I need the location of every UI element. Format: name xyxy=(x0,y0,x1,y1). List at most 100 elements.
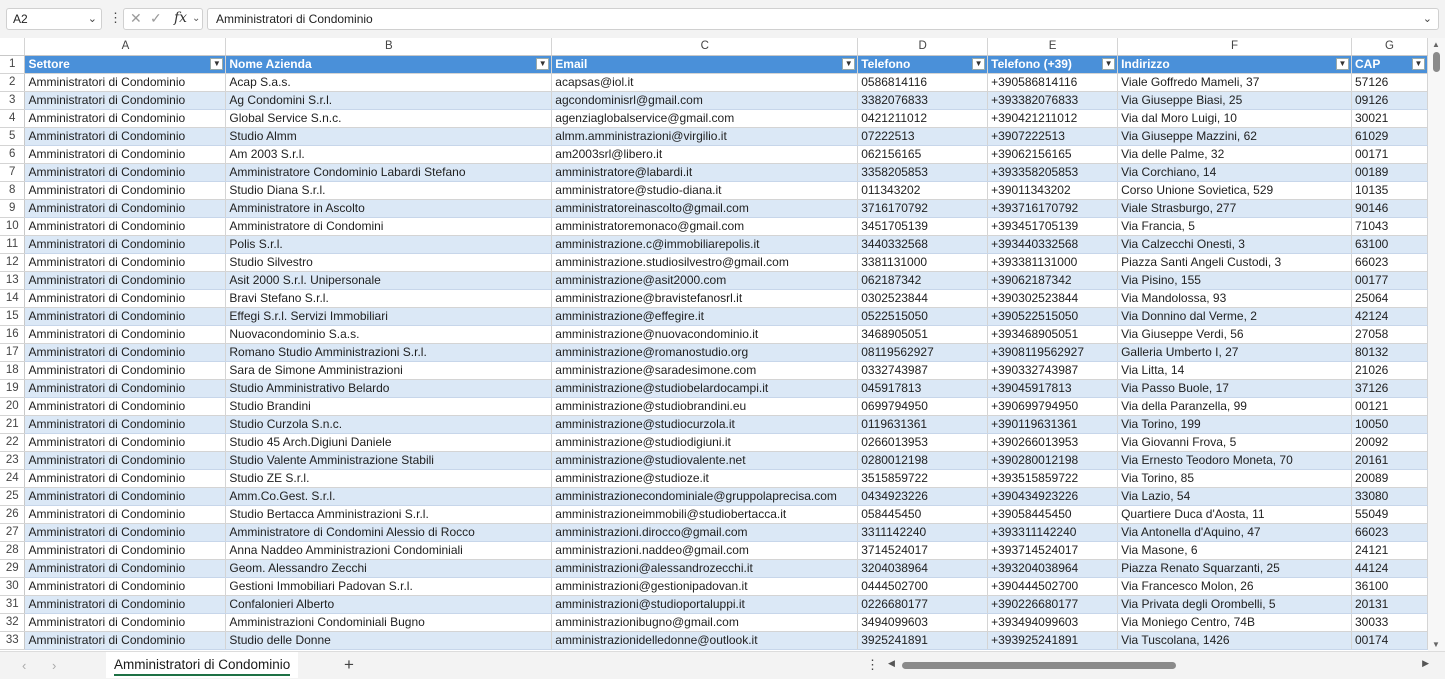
cell-telefono-39[interactable]: +393311142240 xyxy=(987,523,1119,542)
row-number[interactable]: 19 xyxy=(0,379,26,398)
cell-email[interactable]: almm.amministrazioni@virgilio.it xyxy=(551,127,859,146)
cell-indirizzo[interactable]: Via delle Palme, 32 xyxy=(1117,145,1352,164)
scroll-down-icon[interactable]: ▼ xyxy=(1432,640,1440,649)
cell-settore[interactable]: Amministratori di Condominio xyxy=(24,235,227,254)
cell-cap[interactable]: 42124 xyxy=(1351,307,1428,326)
cell-telefono-39[interactable]: +39062156165 xyxy=(987,145,1119,164)
cell-settore[interactable]: Amministratori di Condominio xyxy=(24,559,227,578)
cell-cap[interactable]: 00121 xyxy=(1351,397,1428,416)
row-number[interactable]: 30 xyxy=(0,577,26,596)
cell-cap[interactable]: 25064 xyxy=(1351,289,1428,308)
cell-telefono-39[interactable]: +393358205853 xyxy=(987,163,1119,182)
cell-telefono-39[interactable]: +3908119562927 xyxy=(987,343,1119,362)
column-header-b[interactable]: B xyxy=(225,38,553,56)
cell-indirizzo[interactable]: Via Moniego Centro, 74B xyxy=(1117,613,1352,632)
cell-indirizzo[interactable]: Viale Strasburgo, 277 xyxy=(1117,199,1352,218)
cell-email[interactable]: amministrazioni.dirocco@gmail.com xyxy=(551,523,859,542)
cell-indirizzo[interactable]: Via Giovanni Frova, 5 xyxy=(1117,433,1352,452)
cell-cap[interactable]: 90146 xyxy=(1351,199,1428,218)
cell-nome-azienda[interactable]: Acap S.a.s. xyxy=(225,73,553,92)
row-number[interactable]: 13 xyxy=(0,271,26,290)
cell-nome-azienda[interactable]: Studio Brandini xyxy=(225,397,553,416)
cell-nome-azienda[interactable]: Studio Amministrativo Belardo xyxy=(225,379,553,398)
cell-cap[interactable]: 20131 xyxy=(1351,595,1428,614)
cell-telefono[interactable]: 011343202 xyxy=(857,181,989,200)
cell-telefono[interactable]: 0119631361 xyxy=(857,415,989,434)
cell-telefono[interactable]: 3358205853 xyxy=(857,163,989,182)
cell-cap[interactable]: 61029 xyxy=(1351,127,1428,146)
cell-settore[interactable]: Amministratori di Condominio xyxy=(24,415,227,434)
cell-cap[interactable]: 20092 xyxy=(1351,433,1428,452)
cell-telefono-39[interactable]: +390586814116 xyxy=(987,73,1119,92)
row-number[interactable]: 3 xyxy=(0,91,26,110)
cell-telefono-39[interactable]: +390226680177 xyxy=(987,595,1119,614)
cell-indirizzo[interactable]: Via Torino, 199 xyxy=(1117,415,1352,434)
row-number[interactable]: 27 xyxy=(0,523,26,542)
cell-telefono-39[interactable]: +390699794950 xyxy=(987,397,1119,416)
row-number[interactable]: 1 xyxy=(0,55,26,74)
row-number[interactable]: 4 xyxy=(0,109,26,128)
cell-nome-azienda[interactable]: Ag Condomini S.r.l. xyxy=(225,91,553,110)
cell-telefono[interactable]: 3381131000 xyxy=(857,253,989,272)
cell-email[interactable]: amministrazione@nuovacondominio.it xyxy=(551,325,859,344)
cell-telefono-39[interactable]: +39062187342 xyxy=(987,271,1119,290)
cell-indirizzo[interactable]: Via dal Moro Luigi, 10 xyxy=(1117,109,1352,128)
column-header-a[interactable]: A xyxy=(24,38,227,56)
cell-settore[interactable]: Amministratori di Condominio xyxy=(24,109,227,128)
cell-settore[interactable]: Amministratori di Condominio xyxy=(24,505,227,524)
cell-telefono-39[interactable]: +390266013953 xyxy=(987,433,1119,452)
cell-indirizzo[interactable]: Via Mandolossa, 93 xyxy=(1117,289,1352,308)
cell-telefono[interactable]: 045917813 xyxy=(857,379,989,398)
cell-telefono[interactable]: 0332743987 xyxy=(857,361,989,380)
enter-icon[interactable]: ✓ xyxy=(150,10,162,27)
cell-nome-azienda[interactable]: Amministrazioni Condominiali Bugno xyxy=(225,613,553,632)
cell-telefono-39[interactable]: +393451705139 xyxy=(987,217,1119,236)
cell-indirizzo[interactable]: Via Antonella d'Aquino, 47 xyxy=(1117,523,1352,542)
row-number[interactable]: 2 xyxy=(0,73,26,92)
cell-nome-azienda[interactable]: Asit 2000 S.r.l. Unipersonale xyxy=(225,271,553,290)
cell-indirizzo[interactable]: Galleria Umberto I, 27 xyxy=(1117,343,1352,362)
cell-telefono-39[interactable]: +39045917813 xyxy=(987,379,1119,398)
vertical-ellipsis-icon[interactable]: ⋮ xyxy=(109,10,122,26)
cell-settore[interactable]: Amministratori di Condominio xyxy=(24,469,227,488)
cell-telefono[interactable]: 3451705139 xyxy=(857,217,989,236)
cell-cap[interactable]: 33080 xyxy=(1351,487,1428,506)
row-number[interactable]: 32 xyxy=(0,613,26,632)
cell-email[interactable]: amministrazionecondominiale@gruppolaprec… xyxy=(551,487,859,506)
cell-nome-azienda[interactable]: Studio 45 Arch.Digiuni Daniele xyxy=(225,433,553,452)
vertical-scroll-thumb[interactable] xyxy=(1433,52,1440,72)
cell-nome-azienda[interactable]: Global Service S.n.c. xyxy=(225,109,553,128)
cell-nome-azienda[interactable]: Studio Curzola S.n.c. xyxy=(225,415,553,434)
cell-nome-azienda[interactable]: Sara de Simone Amministrazioni xyxy=(225,361,553,380)
cell-indirizzo[interactable]: Via della Paranzella, 99 xyxy=(1117,397,1352,416)
cell-email[interactable]: amministrazione@studioze.it xyxy=(551,469,859,488)
cell-nome-azienda[interactable]: Studio Bertacca Amministrazioni S.r.l. xyxy=(225,505,553,524)
sheet-tab[interactable]: Amministratori di Condominio xyxy=(106,652,299,678)
header-cell-nome-azienda[interactable]: Nome Azienda ▼ xyxy=(225,55,553,74)
cell-cap[interactable]: 66023 xyxy=(1351,523,1428,542)
cell-email[interactable]: amministrazione@saradesimone.com xyxy=(551,361,859,380)
chevron-down-icon[interactable]: ⌄ xyxy=(192,13,200,24)
cell-cap[interactable]: 30021 xyxy=(1351,109,1428,128)
cell-cap[interactable]: 55049 xyxy=(1351,505,1428,524)
cell-settore[interactable]: Amministratori di Condominio xyxy=(24,217,227,236)
filter-dropdown-icon[interactable]: ▼ xyxy=(536,58,550,70)
cell-email[interactable]: amministrazione@studiovalente.net xyxy=(551,451,859,470)
cell-nome-azienda[interactable]: Bravi Stefano S.r.l. xyxy=(225,289,553,308)
cell-cap[interactable]: 71043 xyxy=(1351,217,1428,236)
cell-cap[interactable]: 20161 xyxy=(1351,451,1428,470)
cell-email[interactable]: agenziaglobalservice@gmail.com xyxy=(551,109,859,128)
cell-email[interactable]: amministrazione@romanostudio.org xyxy=(551,343,859,362)
cell-telefono[interactable]: 0421211012 xyxy=(857,109,989,128)
row-number[interactable]: 12 xyxy=(0,253,26,272)
filter-dropdown-icon[interactable]: ▼ xyxy=(972,58,986,70)
cell-email[interactable]: amministratore@studio-diana.it xyxy=(551,181,859,200)
cell-telefono-39[interactable]: +390119631361 xyxy=(987,415,1119,434)
cell-email[interactable]: amministrazione@studiobelardocampi.it xyxy=(551,379,859,398)
cell-settore[interactable]: Amministratori di Condominio xyxy=(24,325,227,344)
cell-indirizzo[interactable]: Via Francia, 5 xyxy=(1117,217,1352,236)
cell-nome-azienda[interactable]: Studio Diana S.r.l. xyxy=(225,181,553,200)
row-number[interactable]: 31 xyxy=(0,595,26,614)
cell-settore[interactable]: Amministratori di Condominio xyxy=(24,379,227,398)
cell-email[interactable]: amministrazione.c@immobiliarepolis.it xyxy=(551,235,859,254)
